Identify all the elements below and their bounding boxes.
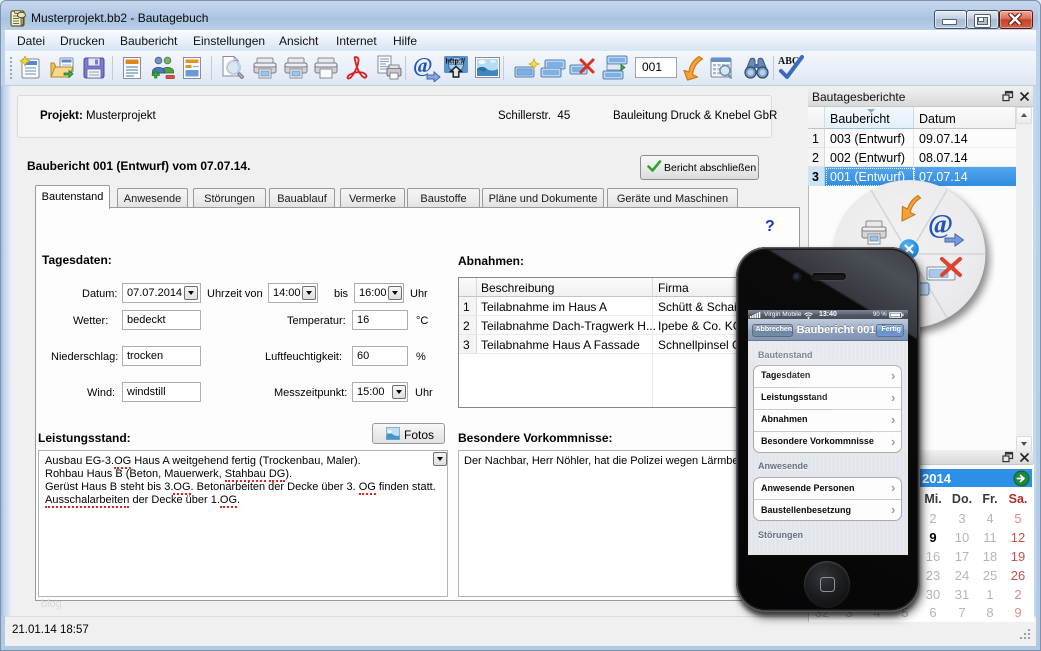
svg-text:@: @ (928, 209, 953, 239)
svg-text:http://: http:// (446, 59, 465, 66)
svg-text:@: @ (413, 54, 433, 77)
